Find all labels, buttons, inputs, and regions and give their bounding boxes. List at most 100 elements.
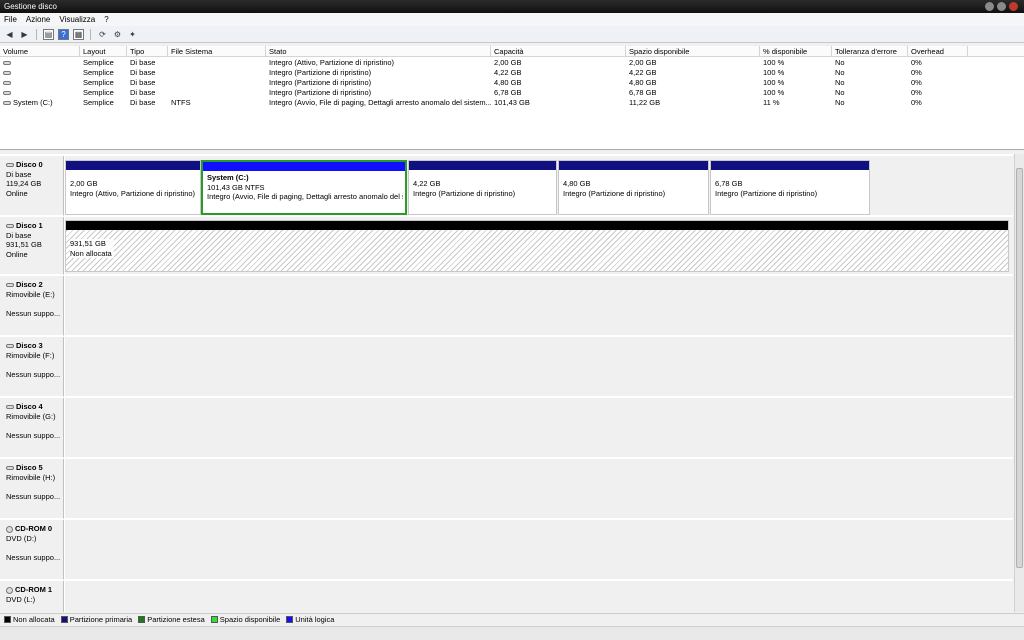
disk-label[interactable]: Disco 4 Rimovibile (G:) Nessun suppo... [0, 398, 64, 458]
col-percent-disponibile[interactable]: % disponibile [760, 46, 832, 57]
disk-list-icon[interactable]: ▤ [43, 28, 54, 40]
disk-partitions [65, 337, 1013, 397]
fs-cell [168, 78, 266, 88]
scrollbar-thumb[interactable] [1016, 168, 1023, 568]
disk-label[interactable]: Disco 3 Rimovibile (F:) Nessun suppo... [0, 337, 64, 397]
table-row[interactable]: Semplice Di base Integro (Attivo, Partiz… [0, 58, 1024, 68]
disk-label[interactable]: Disco 0 Di base 119,24 GB Online [0, 156, 64, 216]
disk-partitions [65, 276, 1013, 336]
col-tipo[interactable]: Tipo [127, 46, 168, 57]
capacita-cell: 2,00 GB [494, 58, 522, 67]
menu-visualizza[interactable]: Visualizza [59, 15, 95, 24]
menu-azione[interactable]: Azione [26, 15, 50, 24]
status-bar [0, 626, 1024, 640]
disk-icon [6, 224, 14, 229]
partition-block[interactable]: 2,00 GB Integro (Attivo, Partizione di ri… [65, 160, 201, 215]
disk-row-3: Disco 3 Rimovibile (F:) Nessun suppo... [0, 337, 1013, 397]
volume-icon [3, 61, 11, 66]
layout-cell: Semplice [83, 98, 114, 107]
disk-label[interactable]: Disco 5 Rimovibile (H:) Nessun suppo... [0, 459, 64, 519]
disk-row-5: Disco 5 Rimovibile (H:) Nessun suppo... [0, 459, 1013, 519]
toolbar-separator [90, 28, 91, 40]
cd-rom-icon [6, 586, 13, 594]
partition-bar [66, 161, 200, 170]
stato-cell: Integro (Partizione di ripristino) [269, 78, 372, 87]
partition-bar [203, 162, 405, 171]
disk-label[interactable]: Disco 1 Di base 931,51 GB Online [0, 217, 64, 275]
layout-cell: Semplice [83, 68, 114, 77]
maximize-icon[interactable] [997, 2, 1006, 11]
unallocated-block[interactable]: 931,51 GB Non allocata [65, 220, 1009, 272]
col-capacita[interactable]: Capacità [491, 46, 626, 57]
stato-cell: Integro (Avvio, File di paging, Dettagli… [269, 98, 491, 107]
partition-block-system[interactable]: System (C:) 101,43 GB NTFS Integro (Avvio,… [201, 160, 407, 215]
col-volume[interactable]: Volume [0, 46, 80, 57]
fs-cell: NTFS [171, 98, 191, 107]
col-tolleranza[interactable]: Tolleranza d'errore [832, 46, 908, 57]
refresh-icon[interactable]: ⟳ [97, 29, 108, 40]
disk-label[interactable]: Disco 2 Rimovibile (E:) Nessun suppo... [0, 276, 64, 336]
tipo-cell: Di base [130, 68, 156, 77]
spazio-cell: 4,22 GB [629, 68, 657, 77]
col-layout[interactable]: Layout [80, 46, 127, 57]
settings-icon[interactable]: ⚙ [112, 29, 123, 40]
col-spazio-disponibile[interactable]: Spazio disponibile [626, 46, 760, 57]
volume-cell [0, 78, 80, 88]
legend-swatch [286, 616, 294, 623]
disk-row-4: Disco 4 Rimovibile (G:) Nessun suppo... [0, 398, 1013, 458]
table-row[interactable]: System (C:) Semplice Di base NTFS Integr… [0, 98, 1024, 108]
help-icon[interactable]: ? [58, 28, 69, 40]
legend-item: Partizione estesa [138, 615, 205, 624]
disk-row-0: Disco 0 Di base 119,24 GB Online 2,00 GB… [0, 156, 1013, 216]
disk-partitions [65, 459, 1013, 519]
table-row[interactable]: Semplice Di base Integro (Partizione di … [0, 78, 1024, 88]
overhead-cell: 0% [911, 98, 922, 107]
legend-item: Unità logica [286, 615, 334, 624]
disk-label[interactable]: CD-ROM 0 DVD (D:) Nessun suppo... [0, 520, 64, 580]
disk-partitions: 2,00 GB Integro (Attivo, Partizione di ri… [65, 156, 1013, 216]
col-stato[interactable]: Stato [266, 46, 491, 57]
disk-partitions [65, 398, 1013, 458]
partition-block[interactable]: 4,80 GB Integro (Partizione di ripristino… [558, 160, 709, 215]
vertical-scrollbar[interactable] [1014, 154, 1024, 612]
removable-disk-icon [6, 283, 14, 288]
layout-cell: Semplice [83, 58, 114, 67]
volume-table-header: Volume Layout Tipo File Sistema Stato Ca… [0, 46, 1024, 57]
table-row[interactable]: Semplice Di base Integro (Partizione di … [0, 68, 1024, 78]
table-row[interactable]: Semplice Di base Integro (Partizione di … [0, 88, 1024, 98]
forward-arrow-icon[interactable]: ▶ [19, 29, 30, 40]
percent-cell: 100 % [763, 58, 785, 67]
partition-bar [66, 221, 1008, 230]
wizard-icon[interactable]: ✦ [127, 29, 138, 40]
tolleranza-cell: No [835, 68, 845, 77]
tipo-cell: Di base [130, 58, 156, 67]
capacita-cell: 4,22 GB [494, 68, 522, 77]
partition-block[interactable]: 4,22 GB Integro (Partizione di ripristino… [408, 160, 557, 215]
legend-item: Spazio disponibile [210, 615, 280, 624]
legend-swatch [60, 616, 68, 623]
back-arrow-icon[interactable]: ◀ [4, 29, 15, 40]
disk-icon [6, 163, 14, 168]
volume-icon [3, 91, 11, 96]
col-file-sistema[interactable]: File Sistema [168, 46, 266, 57]
disk-graphical-view: Disco 0 Di base 119,24 GB Online 2,00 GB… [0, 154, 1013, 612]
overhead-cell: 0% [911, 58, 922, 67]
volume-cell [0, 88, 80, 98]
partition-block[interactable]: 6,78 GB Integro (Partizione di ripristino… [710, 160, 870, 215]
percent-cell: 100 % [763, 78, 785, 87]
menu-help[interactable]: ? [104, 15, 108, 24]
partition-bar [711, 161, 869, 170]
col-overhead[interactable]: Overhead [908, 46, 968, 57]
close-icon[interactable] [1009, 2, 1018, 11]
layout-cell: Semplice [83, 88, 114, 97]
removable-disk-icon [6, 405, 14, 410]
disk-label[interactable]: CD-ROM 1 DVD (L:) [0, 581, 64, 612]
volume-cell: System (C:) [0, 98, 80, 108]
menu-file[interactable]: File [4, 15, 17, 24]
volume-cell [0, 58, 80, 68]
minimize-icon[interactable] [985, 2, 994, 11]
cdrom-row-0: CD-ROM 0 DVD (D:) Nessun suppo... [0, 520, 1013, 580]
percent-cell: 11 % [763, 98, 780, 107]
disk-partitions [65, 581, 1013, 612]
properties-icon[interactable]: ▦ [73, 28, 84, 40]
